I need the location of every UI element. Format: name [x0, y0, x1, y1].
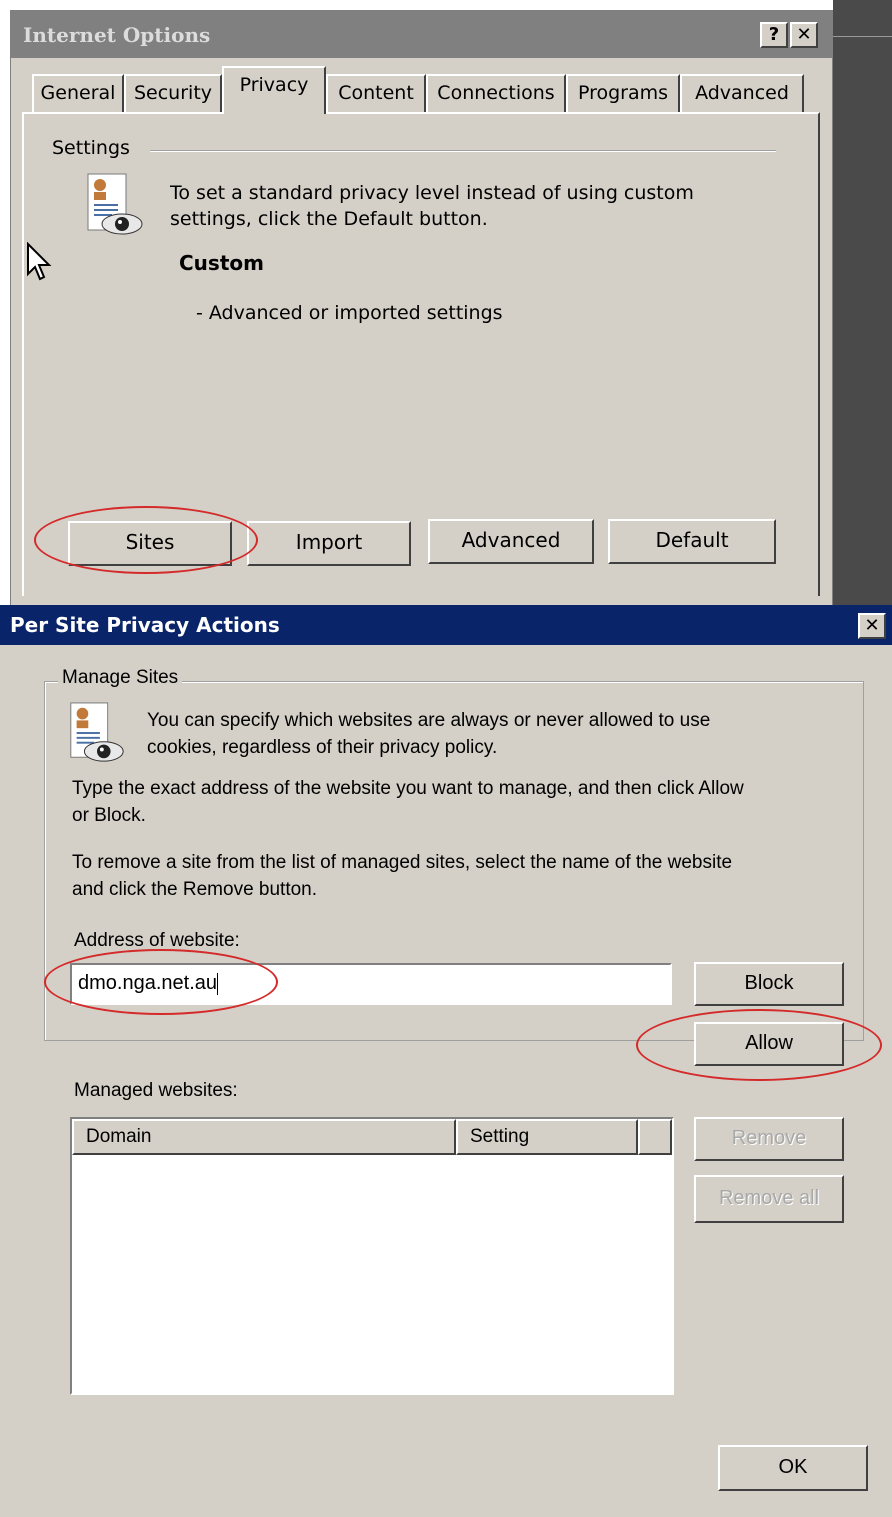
instruction2-line1: To remove a site from the list of manage…	[72, 852, 733, 873]
internet-options-titlebar[interactable]: Internet Options ? ✕	[11, 11, 832, 58]
tab-general[interactable]: General	[32, 74, 124, 112]
instruction2-line2: and click the Remove button.	[72, 879, 318, 900]
per-site-privacy-window: Per Site Privacy Actions ✕ Manage Sites …	[0, 605, 892, 1517]
background-window	[833, 0, 892, 605]
column-header-domain[interactable]: Domain	[72, 1119, 456, 1155]
allow-button[interactable]: Allow	[694, 1022, 844, 1066]
managed-websites-label: Managed websites:	[74, 1080, 238, 1101]
settings-group-label: Settings	[52, 137, 136, 159]
intro-line2: cookies, regardless of their privacy pol…	[147, 737, 498, 758]
address-input[interactable]: dmo.nga.net.au	[70, 963, 672, 1005]
ok-button[interactable]: OK	[718, 1445, 868, 1491]
per-site-close-button[interactable]: ✕	[858, 613, 886, 639]
window-title: Internet Options	[23, 23, 211, 47]
block-button[interactable]: Block	[694, 962, 844, 1006]
privacy-report-icon	[87, 173, 143, 235]
privacy-report-icon	[70, 702, 124, 762]
column-header-filler	[638, 1119, 672, 1155]
instruction1-line2: or Block.	[72, 805, 146, 826]
tab-security[interactable]: Security	[124, 74, 222, 112]
advanced-button[interactable]: Advanced	[428, 519, 594, 564]
tab-programs[interactable]: Programs	[566, 74, 680, 112]
intro-line1: You can specify which websites are alway…	[147, 710, 711, 731]
address-label: Address of website:	[74, 930, 240, 951]
instruction1-line1: Type the exact address of the website yo…	[72, 778, 744, 799]
per-site-titlebar[interactable]: Per Site Privacy Actions ✕	[0, 605, 892, 645]
column-header-setting[interactable]: Setting	[456, 1119, 638, 1155]
background-divider	[833, 36, 892, 37]
mouse-cursor-icon	[27, 242, 52, 281]
manage-sites-label: Manage Sites	[58, 667, 183, 689]
address-value: dmo.nga.net.au	[78, 972, 217, 994]
privacy-level-detail: - Advanced or imported settings	[196, 302, 503, 324]
privacy-level-name: Custom	[179, 251, 264, 275]
import-button[interactable]: Import	[247, 521, 411, 566]
privacy-description-line1: To set a standard privacy level instead …	[170, 182, 694, 204]
remove-button[interactable]: Remove	[694, 1117, 844, 1161]
tab-strip: General Security Privacy Content Connect…	[22, 66, 812, 114]
default-button[interactable]: Default	[608, 519, 776, 564]
sites-button[interactable]: Sites	[68, 521, 232, 566]
settings-divider	[150, 150, 776, 152]
per-site-title: Per Site Privacy Actions	[10, 613, 280, 637]
tab-content[interactable]: Content	[326, 74, 426, 112]
tab-advanced[interactable]: Advanced	[680, 74, 804, 112]
tab-connections[interactable]: Connections	[426, 74, 566, 112]
text-caret	[217, 972, 218, 995]
tab-privacy[interactable]: Privacy	[222, 66, 326, 114]
close-button[interactable]: ✕	[790, 22, 818, 48]
remove-all-button[interactable]: Remove all	[694, 1175, 844, 1223]
managed-websites-list[interactable]: Domain Setting	[70, 1117, 674, 1395]
help-button[interactable]: ?	[760, 22, 788, 48]
privacy-description-line2: settings, click the Default button.	[170, 208, 488, 230]
